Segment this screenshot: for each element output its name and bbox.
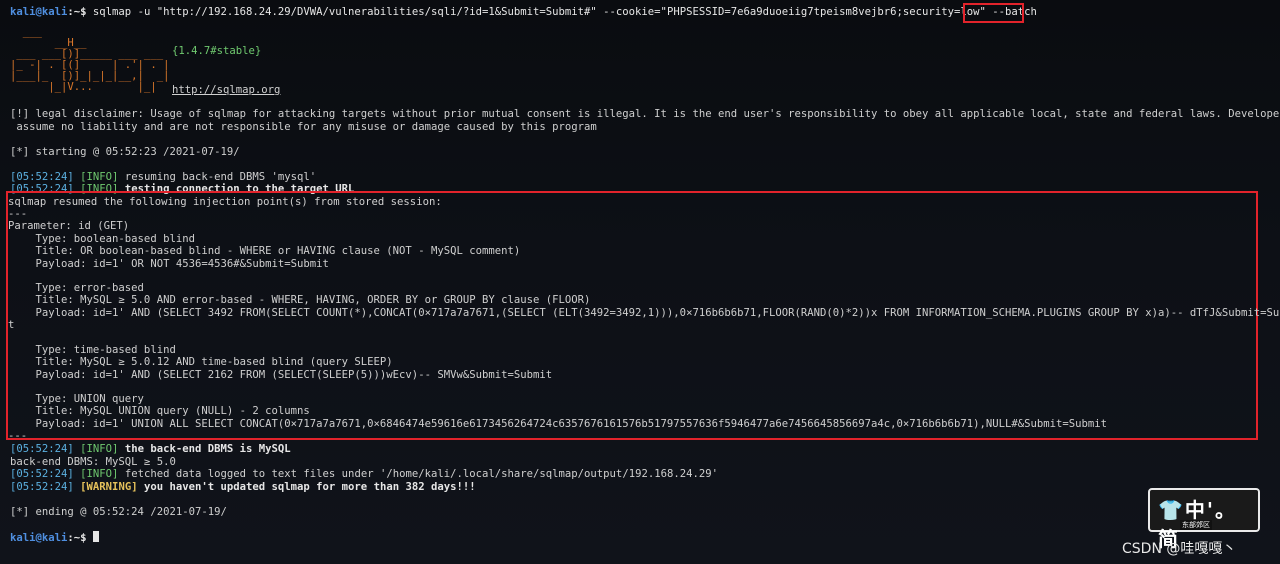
prompt-user: kali@kali xyxy=(10,6,68,18)
log-time: [05:52:24] xyxy=(10,468,74,480)
title-boolean: Title: OR boolean-based blind - WHERE or… xyxy=(10,245,521,257)
payload-error: Payload: id=1' AND (SELECT 3492 FROM(SEL… xyxy=(10,307,1280,319)
dbms-line: back-end DBMS: MySQL ≥ 5.0 xyxy=(10,456,176,468)
log-time: [05:52:24] xyxy=(10,481,74,493)
prompt-user: kali@kali xyxy=(10,532,68,544)
log-message: fetched data logged to text files under … xyxy=(118,468,718,480)
log-message: the back-end DBMS is MySQL xyxy=(118,443,291,455)
title-error: Title: MySQL ≥ 5.0 AND error-based - WHE… xyxy=(10,294,591,306)
info-tag: [INFO] xyxy=(80,468,119,480)
starting-line: [*] starting @ 05:52:23 /2021-07-19/ xyxy=(10,146,240,158)
type-error: Type: error-based xyxy=(10,282,144,294)
log-message: you haven't updated sqlmap for more than… xyxy=(137,481,476,493)
payload-time: Payload: id=1' AND (SELECT 2162 FROM (SE… xyxy=(10,369,553,381)
prompt-line[interactable]: kali@kali:~$ xyxy=(10,531,99,544)
disclaimer-line-2: assume no liability and are not responsi… xyxy=(10,121,597,133)
log-time: [05:52:24] xyxy=(10,443,74,455)
type-boolean: Type: boolean-based blind xyxy=(10,233,195,245)
cursor-block xyxy=(92,531,99,542)
prompt-sep: :~$ xyxy=(67,6,93,18)
channel-logo: 👕中'。简 东部郊区 xyxy=(1148,488,1260,551)
type-union: Type: UNION query xyxy=(10,393,144,405)
type-time: Type: time-based blind xyxy=(10,344,176,356)
log-resuming: [05:52:24] [INFO] resuming back-end DBMS… xyxy=(10,171,316,183)
injection-header: sqlmap resumed the following injection p… xyxy=(8,196,442,208)
command-text: sqlmap -u "http://192.168.24.29/DVWA/vul… xyxy=(92,6,993,18)
version-label: {1.4.7#stable} xyxy=(172,45,262,57)
payload-error-wrap: t xyxy=(8,319,15,331)
payload-union: Payload: id=1' UNION ALL SELECT CONCAT(0… xyxy=(10,418,1108,430)
disclaimer-line-1: [!] legal disclaimer: Usage of sqlmap fo… xyxy=(10,108,1280,120)
terminal-window[interactable]: kali@kali:~$ sqlmap -u "http://192.168.2… xyxy=(0,0,1280,564)
shirt-icon: 👕 xyxy=(1158,498,1185,522)
ending-line: [*] ending @ 05:52:24 /2021-07-19/ xyxy=(10,506,227,518)
command-line: kali@kali:~$ sqlmap -u "http://192.168.2… xyxy=(10,6,1037,18)
payload-boolean: Payload: id=1' OR NOT 4536=4536#&Submit=… xyxy=(10,258,329,270)
info-tag: [INFO] xyxy=(80,443,119,455)
sqlmap-link[interactable]: http://sqlmap.org xyxy=(172,84,280,96)
log-fetched: [05:52:24] [INFO] fetched data logged to… xyxy=(10,468,718,480)
batch-highlight-box xyxy=(963,3,1024,23)
log-time: [05:52:24] xyxy=(10,171,74,183)
channel-logo-subtitle: 东部郊区 xyxy=(1180,520,1212,530)
title-union: Title: MySQL UNION query (NULL) - 2 colu… xyxy=(10,405,310,417)
info-tag: [INFO] xyxy=(80,171,119,183)
logo-line-6: |_|V... |_| xyxy=(10,81,157,93)
separator: --- xyxy=(8,208,28,220)
parameter-line: Parameter: id (GET) xyxy=(8,220,130,232)
warning-tag: [WARNING] xyxy=(80,481,138,493)
log-warning: [05:52:24] [WARNING] you haven't updated… xyxy=(10,481,476,493)
log-message: resuming back-end DBMS 'mysql' xyxy=(118,171,317,183)
separator-end: --- xyxy=(8,430,28,442)
prompt-sep: :~$ xyxy=(67,532,93,544)
csdn-credit: CSDN @哇嘎嘎丶 xyxy=(1122,541,1237,557)
title-time: Title: MySQL ≥ 5.0.12 AND time-based bli… xyxy=(10,356,393,368)
log-dbms: [05:52:24] [INFO] the back-end DBMS is M… xyxy=(10,443,291,455)
